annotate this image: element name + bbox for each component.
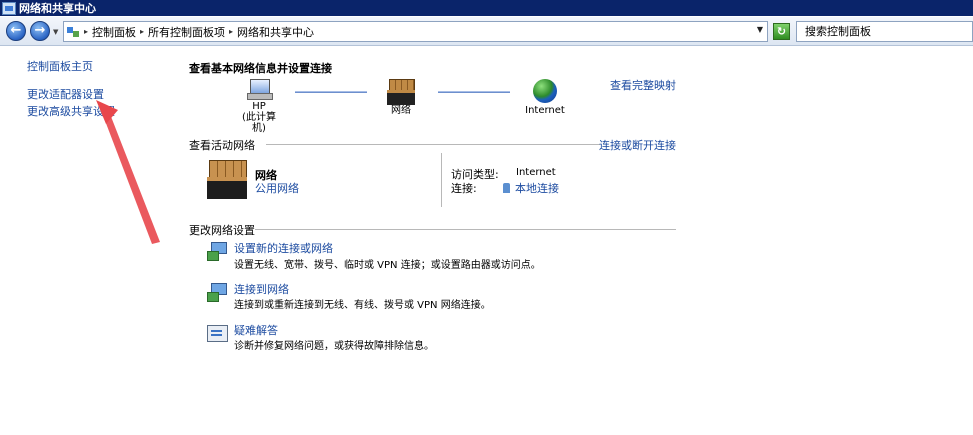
new-connection-icon [207,242,227,261]
troubleshoot-desc: 诊断并修复网络问题，或获得故障排除信息。 [234,341,434,352]
map-link-line [438,91,510,93]
access-type-value: Internet [516,167,556,178]
connect-network-link[interactable]: 连接到网络 [234,281,289,297]
divider [441,153,442,207]
globe-icon [533,79,557,103]
local-connection-label: 本地连接 [515,182,559,195]
ethernet-icon [503,183,510,193]
arrow-left-icon: ← [10,23,22,38]
troubleshoot-icon [207,324,228,342]
computer-sub: (此计算机) [242,112,276,134]
recent-pages-dropdown[interactable]: ▼ [53,28,58,36]
search-placeholder: 搜索控制面板 [805,25,871,38]
back-button[interactable]: ← [6,21,26,41]
chevron-right-icon[interactable]: ▸ [229,27,233,36]
connect-disconnect-link[interactable]: 连接或断开连接 [599,137,676,153]
page-title: 查看基本网络信息并设置连接 [189,62,332,75]
map-link-line [295,91,367,93]
nav-change-advanced-sharing[interactable]: 更改高级共享设置 [27,103,115,119]
refresh-button[interactable]: ↻ [773,23,790,40]
network-bench-icon [387,79,415,105]
computer-icon [247,79,273,100]
control-panel-icon [67,25,80,38]
nav-change-adapter-settings[interactable]: 更改适配器设置 [27,86,104,102]
address-box[interactable]: ▸ 控制面板 ▸ 所有控制面板项 ▸ 网络和共享中心 ▼ [63,21,768,42]
connections-label: 连接: [451,182,477,195]
chevron-right-icon[interactable]: ▸ [84,27,88,36]
troubleshoot-link[interactable]: 疑难解答 [234,322,278,338]
nav-control-panel-home[interactable]: 控制面板主页 [27,58,93,74]
forward-button[interactable]: → [30,21,50,41]
network-name: 网络 [391,105,411,116]
breadcrumb-all-items[interactable]: 所有控制面板项 [148,24,225,40]
address-toolbar: ← → ▼ ▸ 控制面板 ▸ 所有控制面板项 ▸ 网络和共享中心 ▼ ↻ 搜索控… [0,17,973,46]
network-type-link[interactable]: 公用网络 [255,180,299,196]
arrow-right-icon: → [34,23,46,38]
network-bench-icon [207,160,247,199]
local-connection-link[interactable]: 本地连接 [503,180,559,196]
window-title: 网络和共享中心 [19,2,96,15]
annotation-arrow [96,100,160,244]
map-computer[interactable]: HP (此计算机) [239,79,279,134]
arrow-shaft [100,104,160,244]
breadcrumb-network-center[interactable]: 网络和共享中心 [237,24,314,40]
divider [255,229,676,230]
connect-network-icon [207,283,227,302]
map-internet[interactable]: Internet [517,79,573,116]
view-full-map-link[interactable]: 查看完整映射 [610,77,676,93]
map-network[interactable]: 网络 [381,79,421,116]
internet-name: Internet [525,105,565,116]
search-input[interactable]: 搜索控制面板 [796,21,973,42]
network-center-icon [2,1,16,15]
divider [266,144,600,145]
chevron-right-icon[interactable]: ▸ [140,27,144,36]
setup-connection-link[interactable]: 设置新的连接或网络 [234,240,333,256]
change-settings-label: 更改网络设置 [189,224,255,237]
chevron-down-icon[interactable]: ▼ [757,25,763,34]
refresh-icon: ↻ [776,25,787,38]
connect-network-desc: 连接到或重新连接到无线、有线、拨号或 VPN 网络连接。 [234,300,491,311]
active-networks-label: 查看活动网络 [189,139,255,152]
setup-connection-desc: 设置无线、宽带、拨号、临时或 VPN 连接；或设置路由器或访问点。 [234,260,541,271]
computer-name: HP [252,101,266,112]
title-bar: 网络和共享中心 [0,0,973,16]
breadcrumb-control-panel[interactable]: 控制面板 [92,24,136,40]
